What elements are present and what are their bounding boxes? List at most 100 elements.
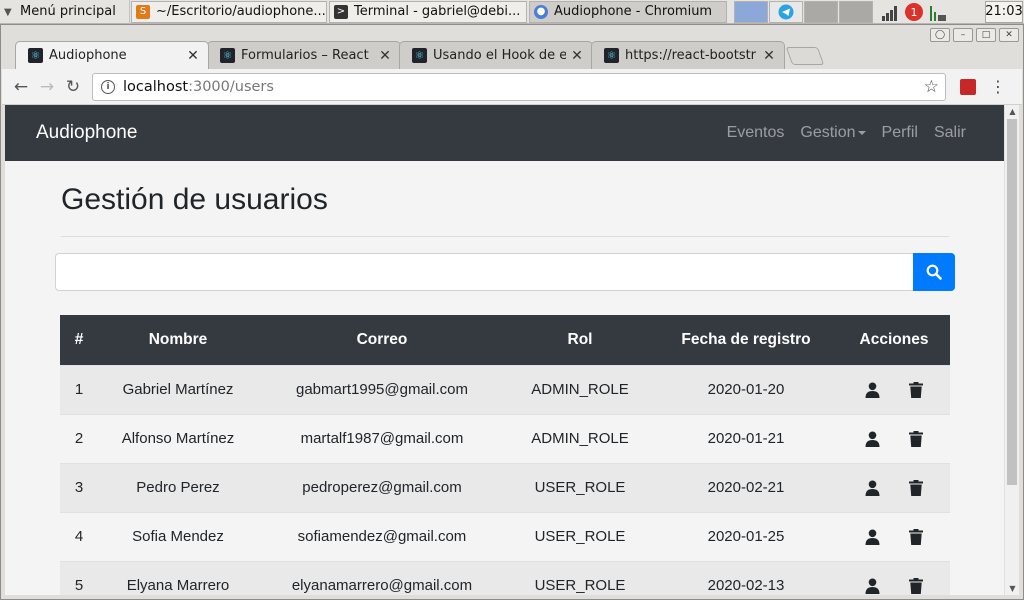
sublime-text-icon: S (136, 4, 150, 19)
star-icon[interactable]: ☆ (924, 77, 939, 97)
tab-react-bootstrap[interactable]: ⚛ https://react-bootstr ✕ (591, 41, 785, 69)
close-icon[interactable]: ✕ (378, 48, 392, 64)
cell-num: 3 (60, 462, 98, 512)
terminal-icon: > (334, 4, 348, 19)
system-monitor-icon[interactable] (928, 2, 948, 22)
cell-email: gabmart1995@gmail.com (258, 364, 506, 414)
trash-icon[interactable] (908, 381, 924, 399)
taskbar-task-terminal[interactable]: > Terminal - gabriel@debi... (329, 0, 527, 23)
workspace-2[interactable] (769, 0, 803, 23)
tab-formularios[interactable]: ⚛ Formularios – React ✕ (207, 41, 401, 69)
telegram-icon (778, 4, 794, 19)
cell-actions (838, 413, 950, 463)
page-viewport: Audiophone Eventos Gestion Perfil Salir … (5, 105, 1004, 595)
caret-down-icon (857, 130, 866, 135)
react-icon: ⚛ (220, 48, 235, 63)
trash-icon[interactable] (908, 479, 924, 497)
cell-role: ADMIN_ROLE (506, 364, 654, 414)
network-icon[interactable] (880, 2, 900, 22)
user-profile-icon[interactable] (864, 577, 880, 595)
cell-num: 2 (60, 413, 98, 463)
user-profile-icon[interactable] (864, 528, 880, 546)
user-profile-icon[interactable] (864, 381, 880, 399)
scroll-up-icon[interactable]: ▲ (1005, 107, 1020, 116)
close-window-button[interactable]: ✕ (999, 28, 1019, 42)
nav-gestion-dropdown[interactable]: Gestion (800, 124, 866, 142)
search-icon (926, 264, 942, 280)
react-icon: ⚛ (412, 48, 427, 63)
taskbar-task-editor[interactable]: S ~/Escritorio/audiophone... (131, 0, 327, 23)
main-container: Gestión de usuarios # Nombre Correo Rol … (55, 161, 955, 595)
tab-hook[interactable]: ⚛ Usando el Hook de e ✕ (399, 41, 593, 69)
nav-perfil[interactable]: Perfil (882, 124, 918, 142)
row-actions (838, 430, 950, 448)
search-input[interactable] (55, 253, 913, 291)
kebab-menu-icon[interactable]: ⋮ (990, 77, 1006, 96)
tab-title: Audiophone (49, 48, 127, 63)
cell-date: 2020-02-13 (654, 560, 838, 595)
table-row: 2 Alfonso Martínez martalf1987@gmail.com AD… (60, 413, 950, 463)
maximize-button[interactable]: □ (976, 28, 996, 42)
window-controls: ◯ – □ ✕ (930, 28, 1019, 42)
header-role: Rol (506, 315, 654, 365)
cell-role: USER_ROLE (506, 560, 654, 595)
trash-icon[interactable] (908, 528, 924, 546)
cell-name: Alfonso Martínez (98, 413, 258, 463)
cell-date: 2020-01-20 (654, 364, 838, 414)
workspace-4[interactable] (839, 0, 873, 23)
row-actions (838, 479, 950, 497)
close-icon[interactable]: ✕ (762, 48, 776, 64)
brand-logo[interactable]: Audiophone (36, 122, 137, 144)
new-tab-button[interactable] (785, 47, 825, 65)
tab-audiophone[interactable]: ⚛ Audiophone ✕ (15, 41, 209, 69)
nav-eventos[interactable]: Eventos (727, 124, 785, 142)
info-icon[interactable]: i (101, 79, 115, 94)
scrollbar-thumb[interactable] (1007, 119, 1017, 485)
close-icon[interactable]: ✕ (186, 48, 200, 64)
task-label: Terminal - gabriel@debi... (354, 4, 521, 19)
workspace-1[interactable] (734, 0, 768, 23)
minimize-button[interactable]: – (953, 28, 973, 42)
row-actions (838, 577, 950, 595)
cell-email: martalf1987@gmail.com (258, 413, 506, 463)
forward-arrow-icon[interactable]: → (34, 74, 60, 100)
page-title: Gestión de usuarios (61, 183, 328, 216)
cell-actions (838, 511, 950, 561)
workspace-3[interactable] (804, 0, 838, 23)
user-profile-icon[interactable] (864, 479, 880, 497)
nav-salir[interactable]: Salir (934, 124, 966, 142)
trash-icon[interactable] (908, 430, 924, 448)
table-row: 1 Gabriel Martínez gabmart1995@gmail.com AD… (60, 364, 950, 414)
user-profile-icon[interactable] (864, 430, 880, 448)
search-button[interactable] (913, 253, 955, 291)
header-num: # (60, 315, 98, 365)
close-icon[interactable]: ✕ (570, 48, 584, 64)
trash-icon[interactable] (908, 577, 924, 595)
cell-date: 2020-01-25 (654, 511, 838, 561)
taskbar-task-chromium[interactable]: ● Audiophone - Chromium (529, 0, 727, 23)
extension-icon[interactable] (960, 78, 976, 95)
main-menu-button[interactable]: ▼ Menú principal (0, 0, 130, 24)
back-arrow-icon[interactable]: ← (8, 74, 34, 100)
notification-badge: 1 (911, 6, 918, 19)
cell-date: 2020-02-21 (654, 462, 838, 512)
cell-actions (838, 560, 950, 595)
nav-gestion-label: Gestion (800, 124, 856, 141)
search-bar (55, 253, 955, 291)
react-icon: ⚛ (604, 48, 619, 63)
header-name: Nombre (98, 315, 258, 365)
scroll-down-icon[interactable]: ▼ (1005, 584, 1020, 593)
cell-email: elyanamarrero@gmail.com (258, 560, 506, 595)
cell-name: Elyana Marrero (98, 560, 258, 595)
reload-icon[interactable]: ↻ (60, 74, 86, 100)
vertical-scrollbar[interactable]: ▲ ▼ (1004, 105, 1019, 595)
chromium-icon: ● (534, 4, 548, 19)
notification-icon[interactable]: 1 (904, 2, 924, 22)
address-bar[interactable]: i localhost:3000/users ☆ (92, 72, 946, 101)
users-table: # Nombre Correo Rol Fecha de registro Ac… (60, 315, 950, 595)
url-host: localhost (123, 78, 189, 95)
task-label: ~/Escritorio/audiophone... (156, 4, 326, 19)
header-actions: Acciones (838, 315, 950, 365)
user-icon[interactable]: ◯ (930, 28, 950, 42)
table-row: 3 Pedro Perez pedroperez@gmail.com USER_ROL… (60, 462, 950, 512)
